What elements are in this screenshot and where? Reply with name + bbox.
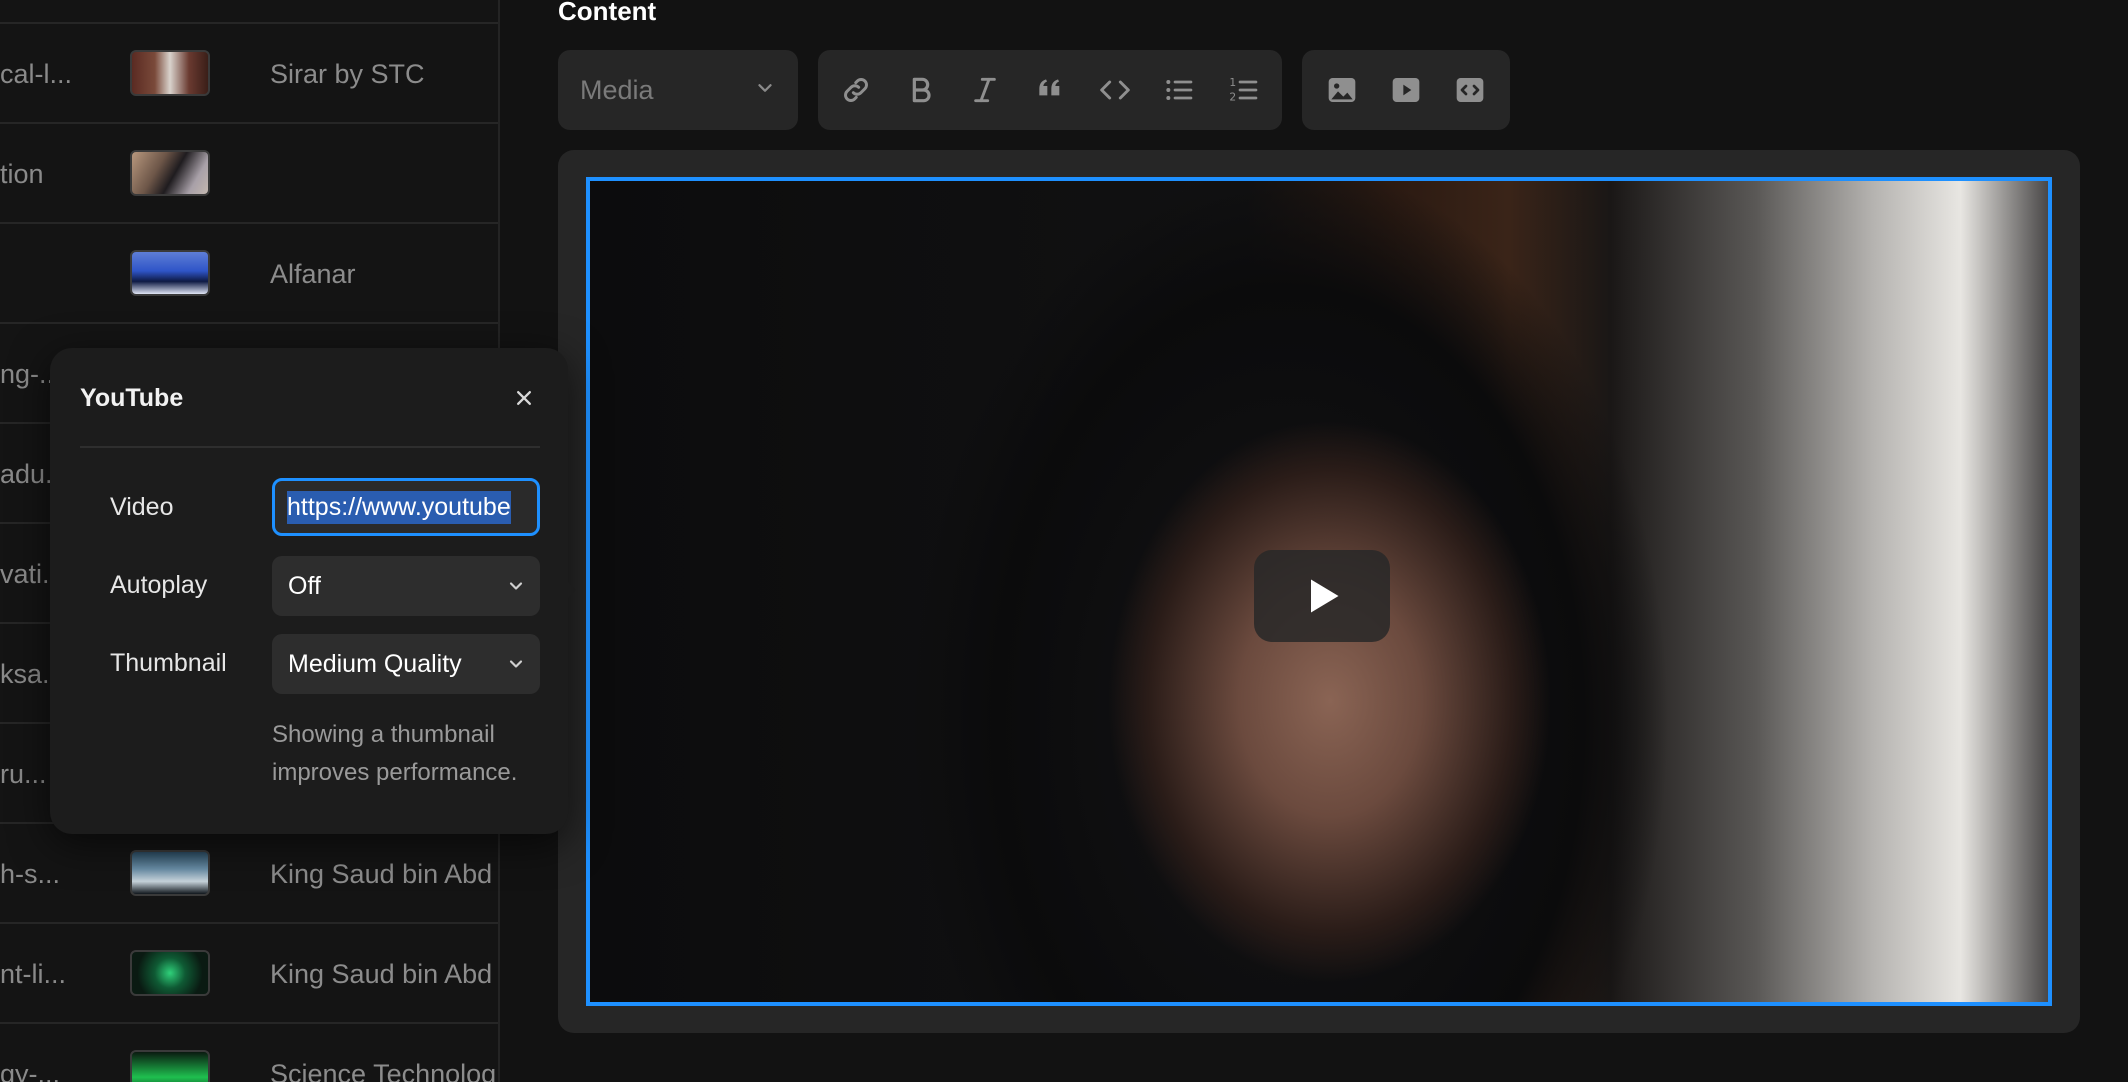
thumbnail-select[interactable]: Medium Quality bbox=[272, 634, 540, 694]
code-icon[interactable] bbox=[1089, 64, 1141, 116]
popover-arrow bbox=[562, 576, 576, 604]
row-thumbnail bbox=[130, 1050, 210, 1082]
row-slug: nt-li... bbox=[0, 958, 67, 989]
row-thumbnail bbox=[130, 150, 210, 196]
row-slug: tion bbox=[0, 158, 44, 189]
row-slug: gy-... bbox=[0, 1058, 61, 1082]
content-field-label: Content bbox=[558, 0, 657, 26]
list-item[interactable]: Alfanar bbox=[0, 224, 498, 324]
video-url-value: https://www.youtube bbox=[287, 490, 511, 524]
app-root: cal-l... Sirar by STC tion Alfanar ng-..… bbox=[0, 0, 2128, 1082]
play-icon[interactable] bbox=[1254, 550, 1390, 642]
close-icon[interactable] bbox=[506, 380, 542, 416]
video-url-input[interactable]: https://www.youtube bbox=[272, 478, 540, 536]
video-label: Video bbox=[110, 492, 174, 521]
list-item[interactable]: nt-li... King Saud bin Abd bbox=[0, 924, 498, 1024]
youtube-embed[interactable] bbox=[586, 177, 2052, 1006]
row-company: Alfanar bbox=[270, 258, 356, 289]
image-icon[interactable] bbox=[1316, 64, 1368, 116]
row-company: Science Technolog bbox=[270, 1058, 497, 1082]
svg-text:2: 2 bbox=[1229, 91, 1236, 104]
numbered-list-icon[interactable]: 12 bbox=[1218, 64, 1270, 116]
row-slug bbox=[0, 224, 100, 324]
list-item[interactable]: cal-l... Sirar by STC bbox=[0, 24, 498, 124]
popover-divider bbox=[80, 446, 540, 448]
list-item[interactable]: h-s... King Saud bin Abd bbox=[0, 824, 498, 924]
svg-text:1: 1 bbox=[1229, 76, 1236, 89]
list-item[interactable]: gy-... Science Technolog bbox=[0, 1024, 498, 1082]
row-company: Sirar by STC bbox=[270, 58, 425, 89]
popover-title: YouTube bbox=[80, 384, 184, 412]
video-icon[interactable] bbox=[1380, 64, 1432, 116]
row-thumbnail bbox=[130, 850, 210, 896]
row-company: King Saud bin Abd bbox=[270, 858, 493, 889]
chevron-down-icon bbox=[509, 582, 523, 590]
bullet-list-icon[interactable] bbox=[1153, 64, 1205, 116]
row-slug: cal-l... bbox=[0, 58, 73, 89]
row-thumbnail bbox=[130, 50, 210, 96]
quote-icon[interactable] bbox=[1024, 64, 1076, 116]
row-thumbnail bbox=[130, 950, 210, 996]
bold-icon[interactable] bbox=[895, 64, 947, 116]
chevron-down-icon bbox=[509, 660, 523, 668]
thumbnail-help-text: Showing a thumbnail improves performance… bbox=[272, 721, 518, 786]
block-type-select[interactable]: Media bbox=[558, 50, 798, 130]
autoplay-value: Off bbox=[288, 571, 321, 600]
chevron-down-icon bbox=[754, 77, 776, 104]
row-company: King Saud bin Abd bbox=[270, 958, 493, 989]
embed-icon[interactable] bbox=[1444, 64, 1496, 116]
row-slug: h-s... bbox=[0, 858, 61, 889]
thumbnail-label: Thumbnail bbox=[110, 648, 227, 677]
embed-toolbar bbox=[1302, 50, 1510, 130]
autoplay-select[interactable]: Off bbox=[272, 556, 540, 616]
link-icon[interactable] bbox=[830, 64, 882, 116]
row-thumbnail bbox=[130, 250, 210, 296]
autoplay-label: Autoplay bbox=[110, 570, 208, 599]
row-company bbox=[270, 124, 498, 224]
italic-icon[interactable] bbox=[959, 64, 1011, 116]
thumbnail-value: Medium Quality bbox=[288, 649, 462, 678]
list-item[interactable]: tion bbox=[0, 124, 498, 224]
block-type-value: Media bbox=[580, 74, 654, 105]
youtube-settings-popover: YouTube Video https://www.youtube Autopl… bbox=[50, 348, 568, 834]
formatting-toolbar: 12 bbox=[818, 50, 1282, 130]
content-editor bbox=[558, 150, 2080, 1033]
